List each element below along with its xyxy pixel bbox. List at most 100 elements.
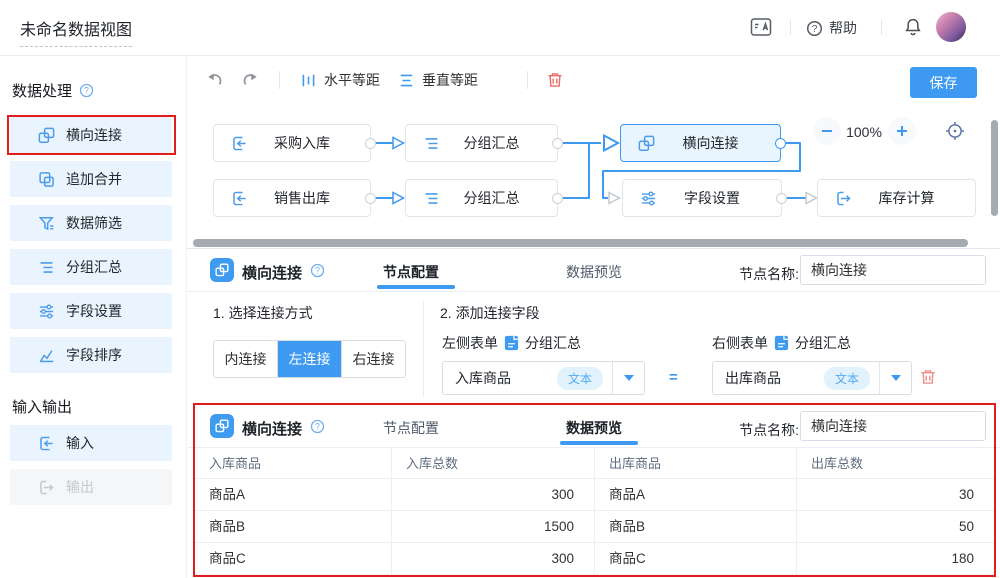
left-field-value: 入库商品: [455, 368, 511, 388]
form-doc-icon: [774, 335, 789, 351]
left-form-value: 分组汇总: [525, 333, 581, 353]
sidebar-section-input-output: 输入输出: [12, 396, 72, 417]
tab-node-config[interactable]: 节点配置: [383, 262, 439, 282]
table-cell: 50: [797, 511, 994, 543]
remove-field-button[interactable]: [919, 368, 937, 386]
node-name-input[interactable]: [800, 255, 986, 285]
join-inner-button[interactable]: 内连接: [214, 341, 277, 377]
help-menu[interactable]: ? 帮助: [806, 18, 857, 38]
output-port[interactable]: [365, 193, 376, 204]
output-port[interactable]: [552, 193, 563, 204]
output-port[interactable]: [776, 193, 787, 204]
horizontal-distribute-button[interactable]: 水平等距: [300, 70, 380, 90]
field-settings-icon: [38, 303, 55, 320]
tab-data-preview[interactable]: 数据预览: [566, 262, 622, 282]
sidebar-item-label: 输出: [66, 477, 94, 497]
node-sales-outbound[interactable]: 销售出库: [213, 179, 371, 217]
output-port[interactable]: [552, 138, 563, 149]
sidebar-item-label: 字段排序: [66, 345, 122, 365]
node-label: 分组汇总: [440, 133, 557, 153]
input-icon: [231, 190, 248, 207]
zoom-level: 100%: [839, 124, 889, 140]
section-title: 输入输出: [12, 396, 72, 417]
table-cell: 商品A: [595, 479, 797, 511]
join-icon: [210, 414, 234, 438]
redo-button[interactable]: [240, 71, 259, 88]
right-form-label: 右侧表单: [712, 333, 768, 353]
table-cell: 商品B: [595, 511, 797, 543]
node-purchase-inbound[interactable]: 采购入库: [213, 124, 371, 162]
document-title[interactable]: 未命名数据视图: [20, 16, 132, 47]
delete-node-button[interactable]: [546, 71, 564, 89]
tab-data-preview[interactable]: 数据预览: [566, 418, 622, 438]
data-preview-panel: 横向连接 ? 节点配置 数据预览 节点名称: 入库商品 入库总数 出库商品 出库…: [187, 403, 1000, 578]
sidebar-item-input[interactable]: 输入: [10, 425, 172, 461]
svg-text:?: ?: [315, 266, 320, 276]
vertical-scrollbar[interactable]: [991, 120, 998, 216]
field-settings-icon: [640, 190, 657, 207]
sidebar-item-field-settings[interactable]: 字段设置: [10, 293, 172, 329]
left-field-select[interactable]: 入库商品 文本: [442, 361, 645, 395]
sidebar-item-group-summary[interactable]: 分组汇总: [10, 249, 172, 285]
left-form-label: 左侧表单: [442, 333, 498, 353]
id-card-icon[interactable]: [750, 17, 772, 37]
zoom-out-button[interactable]: [813, 117, 841, 145]
vertical-distribute-button[interactable]: 垂直等距: [398, 70, 478, 90]
undo-button[interactable]: [206, 71, 225, 88]
chevron-down-icon[interactable]: [613, 370, 644, 386]
right-form-row: 右侧表单 分组汇总: [712, 333, 851, 353]
join-icon: [38, 127, 55, 144]
flow-canvas[interactable]: 采购入库 分组汇总 横向连接: [187, 104, 1000, 248]
step2-title: 2. 添加连接字段: [440, 303, 540, 323]
topbar-divider: [881, 20, 882, 35]
panel-help-icon[interactable]: ?: [310, 419, 325, 434]
chevron-down-icon[interactable]: [880, 370, 911, 386]
zoom-in-button[interactable]: [888, 117, 916, 145]
input-icon: [38, 435, 55, 452]
table-cell: 30: [797, 479, 994, 511]
table-cell: 1500: [392, 511, 595, 543]
node-field-settings[interactable]: 字段设置: [622, 179, 782, 217]
save-button[interactable]: 保存: [910, 67, 977, 98]
section-help-icon[interactable]: ?: [79, 83, 94, 98]
node-group-summary-1[interactable]: 分组汇总: [405, 124, 558, 162]
panel-title: 横向连接: [242, 418, 302, 439]
sidebar-item-horizontal-join[interactable]: 横向连接: [10, 117, 172, 153]
table-cell: 180: [797, 543, 994, 575]
sidebar-item-label: 输入: [66, 433, 94, 453]
tab-node-config[interactable]: 节点配置: [383, 418, 439, 438]
right-form-value: 分组汇总: [795, 333, 851, 353]
sidebar-section-data-processing: 数据处理 ?: [12, 80, 94, 101]
output-port[interactable]: [365, 138, 376, 149]
field-type-tag: 文本: [824, 367, 870, 390]
locate-center-icon[interactable]: [944, 120, 966, 142]
panel-help-icon[interactable]: ?: [310, 263, 325, 278]
sidebar-item-field-sort[interactable]: 字段排序: [10, 337, 172, 373]
section-divider: [423, 301, 424, 397]
join-left-button[interactable]: 左连接: [277, 341, 341, 377]
equals-sign: =: [669, 369, 678, 386]
notification-bell-icon[interactable]: [903, 17, 923, 37]
node-name-input[interactable]: [800, 411, 986, 441]
column-header: 出库商品: [595, 448, 797, 479]
topbar-divider: [790, 20, 791, 35]
output-port[interactable]: [775, 138, 786, 149]
sidebar: 数据处理 ? 横向连接 追加合并: [0, 56, 187, 578]
horizontal-distribute-label: 水平等距: [324, 70, 380, 90]
top-bar: 未命名数据视图 ? 帮助: [0, 0, 1000, 56]
sidebar-item-append-merge[interactable]: 追加合并: [10, 161, 172, 197]
node-horizontal-join[interactable]: 横向连接: [620, 124, 781, 162]
join-right-button[interactable]: 右连接: [341, 341, 405, 377]
column-header: 出库总数: [797, 448, 994, 479]
node-inventory-calc[interactable]: 库存计算: [817, 179, 976, 217]
active-tab-underline: [560, 441, 638, 445]
sidebar-item-data-filter[interactable]: 数据筛选: [10, 205, 172, 241]
table-cell: 商品A: [195, 479, 392, 511]
sidebar-item-output: 输出: [10, 469, 172, 505]
node-group-summary-2[interactable]: 分组汇总: [405, 179, 558, 217]
table-cell: 商品B: [195, 511, 392, 543]
right-field-select[interactable]: 出库商品 文本: [712, 361, 912, 395]
horizontal-scrollbar[interactable]: [193, 239, 968, 247]
form-doc-icon: [504, 335, 519, 351]
user-avatar[interactable]: [936, 12, 966, 42]
